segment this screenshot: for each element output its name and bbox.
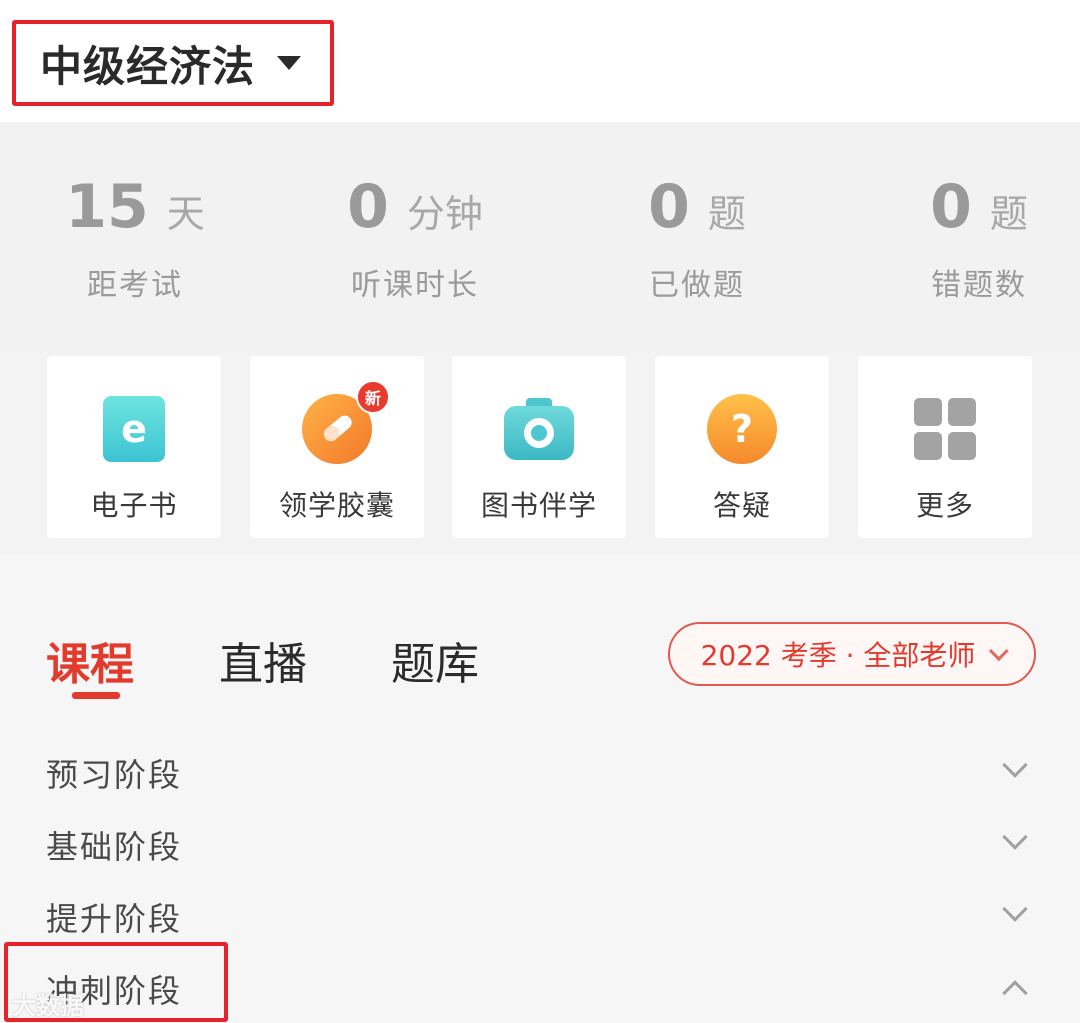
stats-panel: 15 天 距考试 0 分钟 听课时长 0 题 已做题 0 题 错题数: [0, 122, 1080, 348]
chevron-down-icon: [1002, 824, 1028, 850]
stat-label: 听课时长: [351, 268, 479, 303]
tool-ebook[interactable]: e 电子书: [47, 356, 221, 538]
new-badge: 新: [356, 380, 390, 414]
chevron-down-icon: [1002, 896, 1028, 922]
tool-label: 更多: [915, 489, 974, 522]
stat-listening-time: 0 分钟 听课时长: [330, 172, 500, 304]
stage-label: 预习阶段: [46, 756, 183, 794]
svg-text:?: ?: [731, 407, 753, 451]
stage-row-advanced[interactable]: 提升阶段: [0, 880, 1080, 950]
app-page: 中级经济法 15 天 距考试 0 分钟 听课时长 0 题 已做题 0 题 错题数…: [0, 0, 1080, 1023]
caret-down-icon: [277, 56, 302, 70]
stage-row-sprint[interactable]: 冲刺阶段: [0, 952, 1080, 1022]
grid-icon: [908, 392, 982, 466]
stat-questions-done: 0 题 已做题: [632, 172, 762, 304]
tool-label: 图书伴学: [480, 489, 597, 522]
tab-question-bank[interactable]: 题库: [391, 628, 479, 692]
stage-row-preview[interactable]: 预习阶段: [0, 736, 1080, 806]
chevron-up-icon: [1002, 980, 1028, 1006]
tool-label: 领学胶囊: [278, 489, 395, 522]
stat-label: 错题数: [931, 268, 1027, 303]
filter-label: 2022 考季 · 全部老师: [700, 639, 976, 672]
tool-capsule[interactable]: 新 领学胶囊: [250, 356, 424, 538]
question-icon: ?: [705, 392, 779, 466]
tool-qa[interactable]: ? 答疑: [655, 356, 829, 538]
tool-label: 答疑: [712, 489, 771, 522]
svg-text:e: e: [121, 407, 147, 451]
chevron-down-icon: [1002, 752, 1028, 778]
stat-value: 0: [648, 172, 690, 242]
camera-icon: [502, 392, 576, 466]
stat-unit: 题: [989, 192, 1028, 236]
tool-book-companion[interactable]: 图书伴学: [452, 356, 626, 538]
tab-active-indicator: [72, 692, 120, 699]
stat-days-to-exam: 15 天 距考试: [65, 172, 205, 304]
ebook-icon: e: [97, 392, 171, 466]
stat-unit: 分钟: [406, 192, 483, 236]
watermark: 大数据: [12, 992, 84, 1020]
tab-live[interactable]: 直播: [219, 628, 307, 692]
chevron-down-icon: [989, 641, 1010, 662]
stat-value: 0: [347, 172, 389, 242]
stat-value: 0: [930, 172, 972, 242]
capsule-icon: 新: [300, 380, 390, 466]
stat-value: 15: [65, 172, 149, 242]
stat-label: 距考试: [87, 268, 183, 303]
header: 中级经济法: [0, 0, 1080, 122]
stat-unit: 天: [166, 192, 205, 236]
tab-courses[interactable]: 课程: [46, 628, 134, 692]
tool-label: 电子书: [90, 489, 178, 522]
tools-grid: e 电子书 新 领学胶囊 图书伴学 ? 答疑 更多: [0, 348, 1080, 554]
stat-wrong-questions: 0 题 错题数: [914, 172, 1044, 304]
course-section: 课程 直播 题库 2022 考季 · 全部老师 预习阶段 基础阶段 提升阶段 冲…: [0, 554, 1080, 1023]
tool-more[interactable]: 更多: [858, 356, 1032, 538]
season-teacher-filter[interactable]: 2022 考季 · 全部老师: [668, 622, 1036, 686]
stage-label: 提升阶段: [46, 900, 183, 938]
stage-row-basic[interactable]: 基础阶段: [0, 808, 1080, 878]
stat-label: 已做题: [649, 268, 745, 303]
page-title: 中级经济法: [40, 41, 256, 91]
stat-unit: 题: [707, 192, 746, 236]
subject-selector[interactable]: 中级经济法: [14, 22, 332, 104]
stage-label: 基础阶段: [46, 828, 183, 866]
